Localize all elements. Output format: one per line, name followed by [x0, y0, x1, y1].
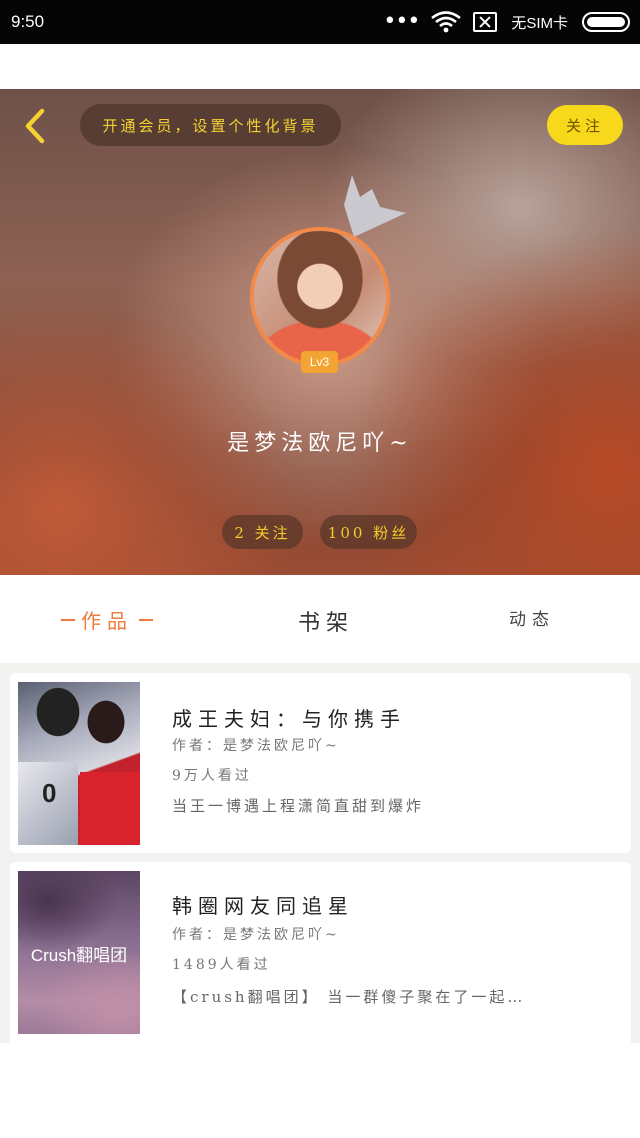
tab-works-label: 作品 — [81, 609, 133, 633]
book-title: 韩圈网友同追星 — [172, 894, 354, 918]
book-views: 1489人看过 — [172, 957, 271, 973]
nickname: 是梦法欧尼吖~ — [227, 431, 413, 456]
status-time: 9:50 — [11, 12, 45, 31]
following-count-button[interactable]: 2 关注 — [222, 515, 303, 549]
crown-icon — [344, 175, 406, 237]
tab-bookshelf[interactable]: 书架 — [298, 605, 354, 637]
works-list: 0 成王夫妇：与你携手 作者：是梦法欧尼吖~ 9万人看过 当王一博遇上程潇简直甜… — [0, 663, 640, 1043]
book-author: 作者：是梦法欧尼吖~ — [172, 738, 340, 754]
book-views: 9万人看过 — [172, 768, 252, 784]
book-title: 成王夫妇：与你携手 — [172, 707, 406, 731]
profile-header: 开通会员，设置个性化背景 关注 Lv3 是梦法欧尼吖~ 2 关注 100 粉丝 — [0, 89, 640, 575]
book-cover: Crush翻唱团 — [18, 871, 140, 1034]
book-author: 作者：是梦法欧尼吖~ — [172, 927, 340, 943]
sim-error-icon — [473, 12, 498, 32]
cover-jersey-number: 0 — [42, 778, 57, 808]
status-bar: 9:50 ••• 无SIM卡 — [0, 0, 640, 44]
list-item[interactable]: Crush翻唱团 韩圈网友同追星 作者：是梦法欧尼吖~ 1489人看过 【cru… — [10, 862, 631, 1043]
cover-title: Crush翻唱团 — [30, 946, 128, 965]
battery-icon — [582, 12, 630, 32]
sim-status-text: 无SIM卡 — [511, 14, 568, 32]
tab-works[interactable]: 作品 — [55, 605, 159, 634]
status-icons: ••• 无SIM卡 — [383, 10, 630, 34]
book-description: 【crush翻唱团】 当一群傻子聚在了一起… — [172, 988, 526, 1006]
book-description: 当王一博遇上程潇简直甜到爆炸 — [172, 797, 425, 815]
book-cover: 0 — [18, 682, 140, 845]
tab-active-indicator-left — [61, 618, 75, 621]
tab-active-indicator-right — [139, 618, 153, 621]
follow-button[interactable]: 关注 — [547, 105, 623, 145]
avatar[interactable] — [250, 227, 390, 367]
vip-background-button[interactable]: 开通会员，设置个性化背景 — [80, 104, 341, 146]
wifi-icon — [431, 11, 462, 33]
tab-feed[interactable]: 动态 — [509, 605, 555, 630]
level-badge: Lv3 — [301, 351, 338, 373]
profile-tabs: 作品 书架 动态 — [0, 575, 640, 663]
back-button[interactable] — [18, 105, 54, 147]
fans-count-button[interactable]: 100 粉丝 — [320, 515, 417, 549]
list-item[interactable]: 0 成王夫妇：与你携手 作者：是梦法欧尼吖~ 9万人看过 当王一博遇上程潇简直甜… — [10, 673, 631, 853]
more-dots-icon: ••• — [383, 9, 420, 34]
